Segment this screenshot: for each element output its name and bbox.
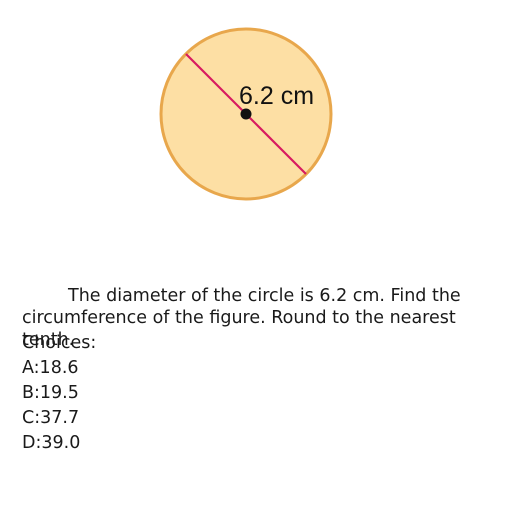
choices-list: A:18.6 B:19.5 C:37.7 D:39.0: [22, 357, 80, 457]
problem-card: 6.2 cm The diameter of the circle is 6.2…: [0, 0, 512, 512]
circle-diagram: 6.2 cm: [159, 27, 333, 201]
choices-label: Choices:: [22, 333, 97, 353]
choice-b: B:19.5: [22, 383, 79, 403]
choice-d: D:39.0: [22, 433, 81, 453]
diameter-label: 6.2 cm: [239, 82, 314, 110]
choice-c: C:37.7: [22, 408, 80, 428]
center-point: [240, 108, 252, 120]
choice-a: A:18.6: [22, 358, 79, 378]
